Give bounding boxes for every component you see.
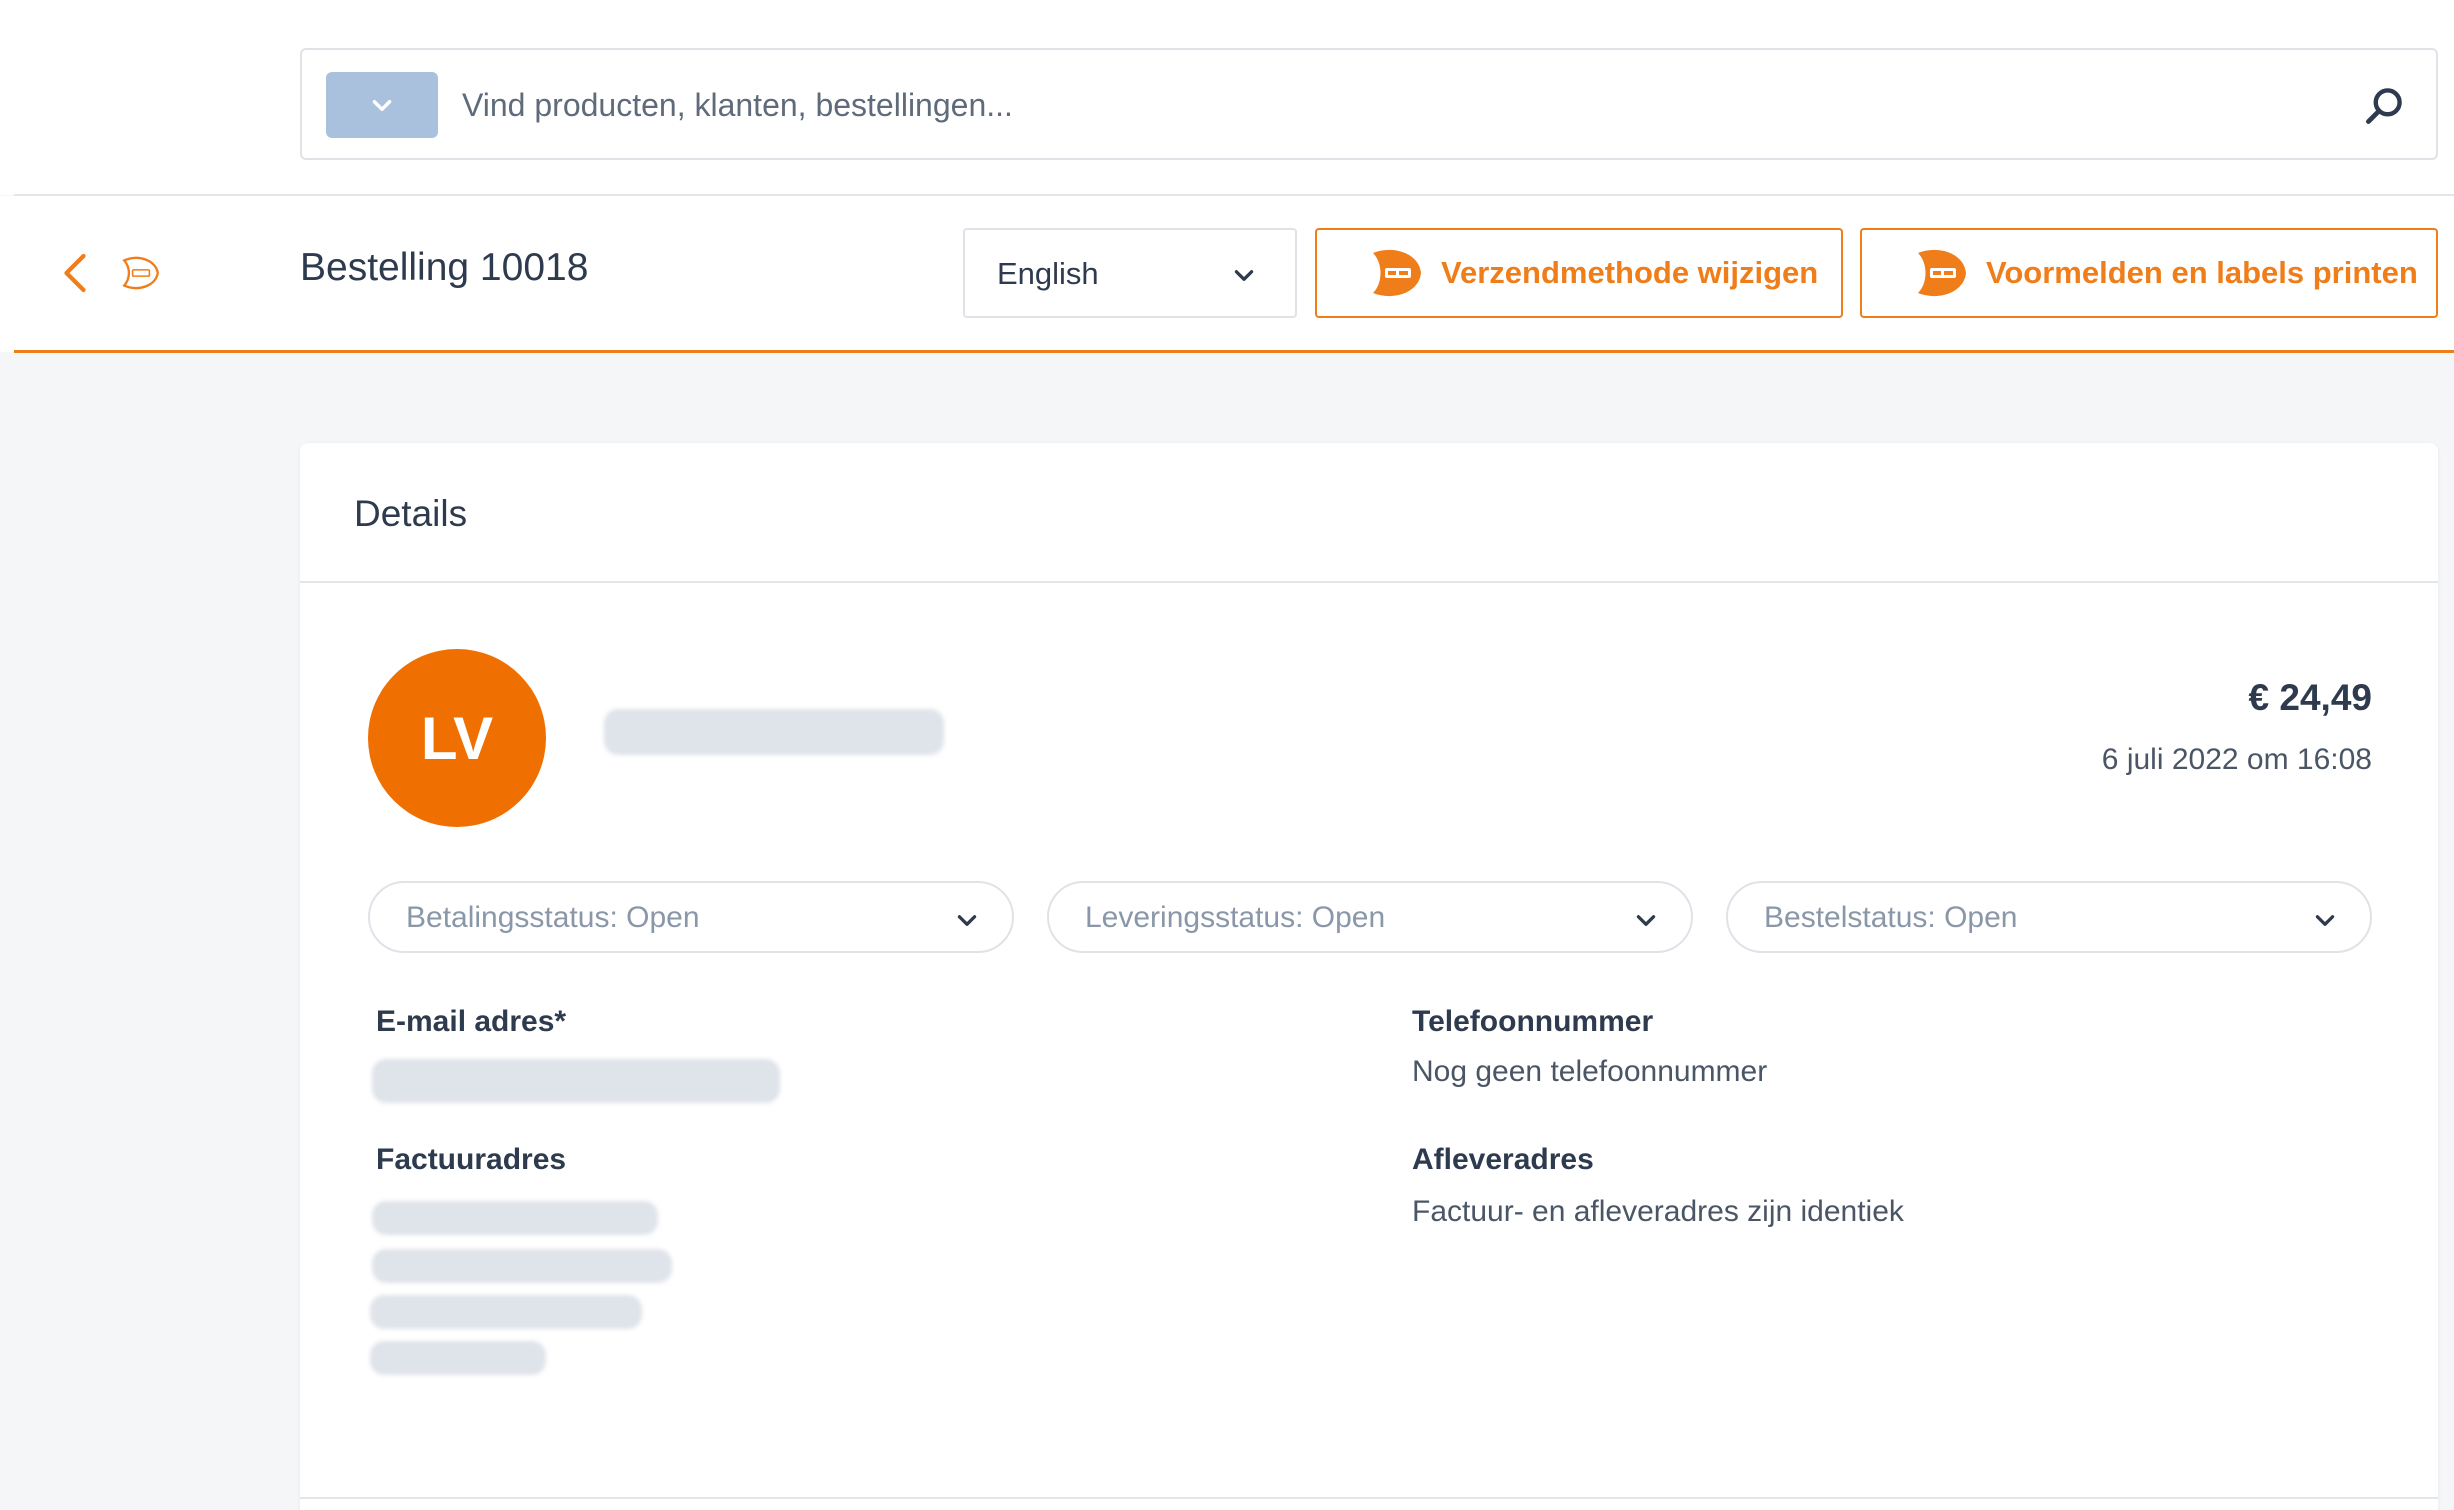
print-labels-button[interactable]: Voormelden en labels printen <box>1860 228 2438 318</box>
postnl-logo-icon <box>122 256 159 290</box>
phone-value: Nog geen telefoonnummer <box>1412 1055 1768 1088</box>
postnl-logo-icon <box>1373 249 1421 297</box>
billing-address-line-redacted <box>372 1249 672 1283</box>
delivery-status-label: Leveringsstatus: Open <box>1085 901 1386 934</box>
avatar: LV <box>368 649 546 827</box>
card-divider <box>300 581 2438 583</box>
order-status-label: Bestelstatus: Open <box>1764 901 2018 934</box>
chevron-down-icon <box>1636 915 1656 926</box>
postnl-logo-icon <box>1918 249 1966 297</box>
search-scope-dropdown[interactable] <box>326 72 438 138</box>
email-value-redacted <box>372 1059 780 1103</box>
chevron-down-icon <box>2315 915 2335 926</box>
billing-address-line-redacted <box>372 1201 658 1235</box>
customer-name-redacted <box>604 709 944 755</box>
back-arrow-icon[interactable] <box>58 250 92 296</box>
language-select[interactable]: English <box>963 228 1297 318</box>
shipping-address-label: Afleveradres <box>1412 1143 1594 1176</box>
print-labels-label: Voormelden en labels printen <box>1986 255 2418 290</box>
shipping-address-value: Factuur- en afleveradres zijn identiek <box>1412 1195 1904 1228</box>
billing-address-label: Factuuradres <box>376 1143 567 1176</box>
delivery-status-dropdown[interactable]: Leveringsstatus: Open <box>1047 881 1693 953</box>
search-input[interactable] <box>462 70 2302 140</box>
details-card: Details LV € 24,49 6 juli 2022 om 16:08 … <box>300 443 2438 1510</box>
billing-address-line-redacted <box>370 1295 642 1329</box>
search-bar <box>300 48 2438 160</box>
payment-status-label: Betalingsstatus: Open <box>406 901 700 934</box>
language-select-value: English <box>997 256 1099 291</box>
page-title: Bestelling 10018 <box>300 246 589 289</box>
email-label: E-mail adres* <box>376 1005 567 1038</box>
order-amount: € 24,49 <box>2248 677 2372 718</box>
search-icon[interactable] <box>2362 84 2406 128</box>
billing-address-line-redacted <box>370 1341 546 1375</box>
payment-status-dropdown[interactable]: Betalingsstatus: Open <box>368 881 1014 953</box>
chevron-down-icon <box>372 100 392 112</box>
order-status-dropdown[interactable]: Bestelstatus: Open <box>1726 881 2372 953</box>
order-date: 6 juli 2022 om 16:08 <box>2101 743 2372 776</box>
card-title: Details <box>354 493 468 534</box>
header-accent-border <box>14 350 2454 353</box>
phone-label: Telefoonnummer <box>1412 1005 1654 1038</box>
page-header: Bestelling 10018 English Verzendmethode … <box>0 196 2454 352</box>
top-search-area <box>0 0 2454 195</box>
change-shipping-method-button[interactable]: Verzendmethode wijzigen <box>1315 228 1843 318</box>
change-shipping-method-label: Verzendmethode wijzigen <box>1441 255 1819 290</box>
card-section-divider <box>300 1497 2438 1499</box>
chevron-down-icon <box>957 915 977 926</box>
chevron-down-icon <box>1234 270 1254 281</box>
